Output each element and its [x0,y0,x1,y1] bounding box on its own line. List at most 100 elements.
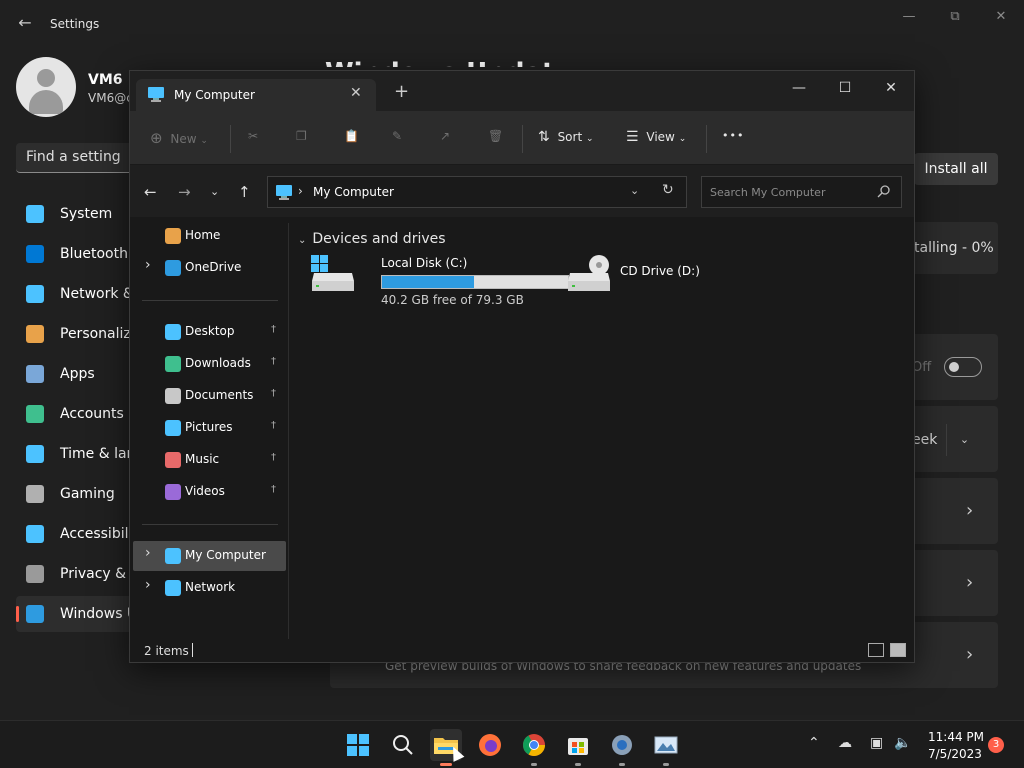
show-hidden-icons-chevron-icon[interactable]: ⌃ [808,735,820,751]
expand-chevron-icon[interactable]: › [145,545,151,561]
expand-chevron-icon[interactable]: › [145,257,151,273]
pane-divider[interactable] [288,223,289,639]
sidebar-item[interactable]: Downloads † [133,349,286,379]
forward-arrow-icon[interactable]: → [178,183,191,201]
pin-icon[interactable]: † [271,452,276,463]
drive-local-disk[interactable]: Local Disk (C:) 40.2 GB free of 79.3 GB [310,255,570,307]
pin-icon[interactable]: † [271,388,276,399]
explorer-close-button[interactable]: ✕ [868,75,914,101]
start-button[interactable] [342,729,374,761]
settings-nav-label: Accounts [60,406,124,422]
chrome-button[interactable] [518,729,550,766]
disk-usage-bar [381,275,569,289]
sort-button[interactable]: ⇅ Sort ⌄ [538,129,594,149]
settings-nav-icon [26,405,44,423]
settings-nav-item[interactable]: Gaming [16,476,136,512]
tab-label: My Computer [174,88,255,102]
settings-nav-item[interactable]: Privacy & s [16,556,138,592]
clock-time[interactable]: 11:44 PM [928,730,984,744]
sidebar-item[interactable]: › OneDrive [133,253,286,283]
advanced-options-card[interactable] [914,550,998,616]
settings-taskbar-button[interactable] [606,729,638,766]
tab-my-computer[interactable]: My Computer ✕ [136,79,376,111]
settings-nav-item[interactable]: Bluetooth & [16,236,143,272]
refresh-icon[interactable]: ↻ [662,182,674,198]
sidebar-item[interactable]: Documents † [133,381,286,411]
settings-minimize-button[interactable]: — [886,6,932,28]
explorer-maximize-button[interactable]: ☐ [822,75,868,101]
settings-nav-item[interactable]: Personaliza [16,316,139,352]
new-tab-button[interactable]: + [394,83,409,101]
settings-nav-item[interactable]: Windows U [16,596,137,632]
pin-icon[interactable]: † [271,484,276,495]
status-bar: 2 items [130,639,914,662]
settings-close-button[interactable]: ✕ [978,6,1024,28]
pin-icon[interactable]: † [271,356,276,367]
settings-nav-item[interactable]: Accounts [16,396,136,432]
more-options-button[interactable]: ••• [722,129,744,149]
details-view-icon[interactable] [868,643,884,657]
network-icon[interactable]: ▣ [870,735,883,751]
explorer-minimize-button[interactable]: — [776,75,822,101]
recent-locations-icon[interactable]: ⌄ [210,185,219,198]
large-icons-view-icon[interactable] [890,643,906,657]
pause-duration-dropdown[interactable]: ⌄ [946,424,982,456]
drive-cd[interactable]: CD Drive (D:) [566,255,766,305]
rename-icon[interactable]: ✎ [392,129,402,149]
updates-toggle[interactable] [944,357,982,377]
share-icon[interactable]: ↗ [440,129,450,149]
settings-nav-item[interactable]: Network & [16,276,136,312]
search-icon[interactable] [877,184,891,198]
sidebar-item[interactable]: Home [133,221,286,251]
settings-nav-item[interactable]: Accessibilit [16,516,138,552]
toolbar-divider [522,125,523,153]
up-arrow-icon[interactable]: ↑ [238,183,251,201]
sidebar-item[interactable]: › Network [133,573,286,603]
settings-nav-item[interactable]: System [16,196,136,232]
new-button[interactable]: ⊕ New ⌄ [150,129,208,149]
settings-maximize-button[interactable]: ⧉ [932,6,978,28]
settings-titlebar: ← Settings — ⧉ ✕ [0,0,1024,48]
installing-status: talling - 0% [914,240,994,256]
sidebar-item[interactable]: Music † [133,445,286,475]
notification-badge[interactable]: 3 [988,737,1004,753]
settings-nav-icon [26,325,44,343]
chevron-down-icon[interactable]: ⌄ [630,184,639,197]
close-tab-icon[interactable]: ✕ [350,85,362,101]
sidebar-item[interactable]: Pictures † [133,413,286,443]
pause-duration-value: eek [912,432,938,448]
volume-icon[interactable]: 🔈 [894,735,911,751]
chevron-right-icon: › [966,644,974,665]
expand-chevron-icon[interactable]: › [145,577,151,593]
pin-icon[interactable]: † [271,420,276,431]
settings-nav-item[interactable]: Apps [16,356,136,392]
paste-icon[interactable]: 📋 [344,129,359,149]
back-arrow-icon[interactable]: ← [14,12,36,34]
back-arrow-icon[interactable]: ← [144,183,157,201]
breadcrumb[interactable]: My Computer [313,185,394,199]
firefox-button[interactable] [474,729,506,761]
update-history-card[interactable] [914,478,998,544]
store-button[interactable] [562,729,594,766]
install-all-button[interactable]: Install all [914,153,998,185]
clock-date[interactable]: 7/5/2023 [928,747,982,761]
photos-button[interactable] [650,729,682,766]
sidebar-item[interactable]: › My Computer [133,541,286,571]
sidebar-item-icon [165,484,181,500]
delete-icon[interactable]: 🗑 [488,129,503,149]
copy-icon[interactable]: ❐ [296,129,307,149]
sidebar-item[interactable]: Videos † [133,477,286,507]
search-input[interactable]: Search My Computer [701,176,902,208]
chevron-right-icon: › [966,572,974,593]
onedrive-offline-icon[interactable]: ☁ [838,735,852,751]
search-button[interactable] [386,729,418,761]
settings-search-input[interactable]: Find a setting [16,143,136,173]
group-header[interactable]: ⌄ Devices and drives [298,231,446,247]
view-button[interactable]: ☰ View ⌄ [626,129,686,149]
cut-icon[interactable]: ✂ [248,129,258,149]
pin-icon[interactable]: † [271,324,276,335]
avatar[interactable] [16,57,76,117]
address-bar[interactable]: › My Computer ⌄ ↻ [267,176,687,208]
sidebar-item[interactable]: Desktop † [133,317,286,347]
settings-nav-item[interactable]: Time & lang [16,436,144,472]
